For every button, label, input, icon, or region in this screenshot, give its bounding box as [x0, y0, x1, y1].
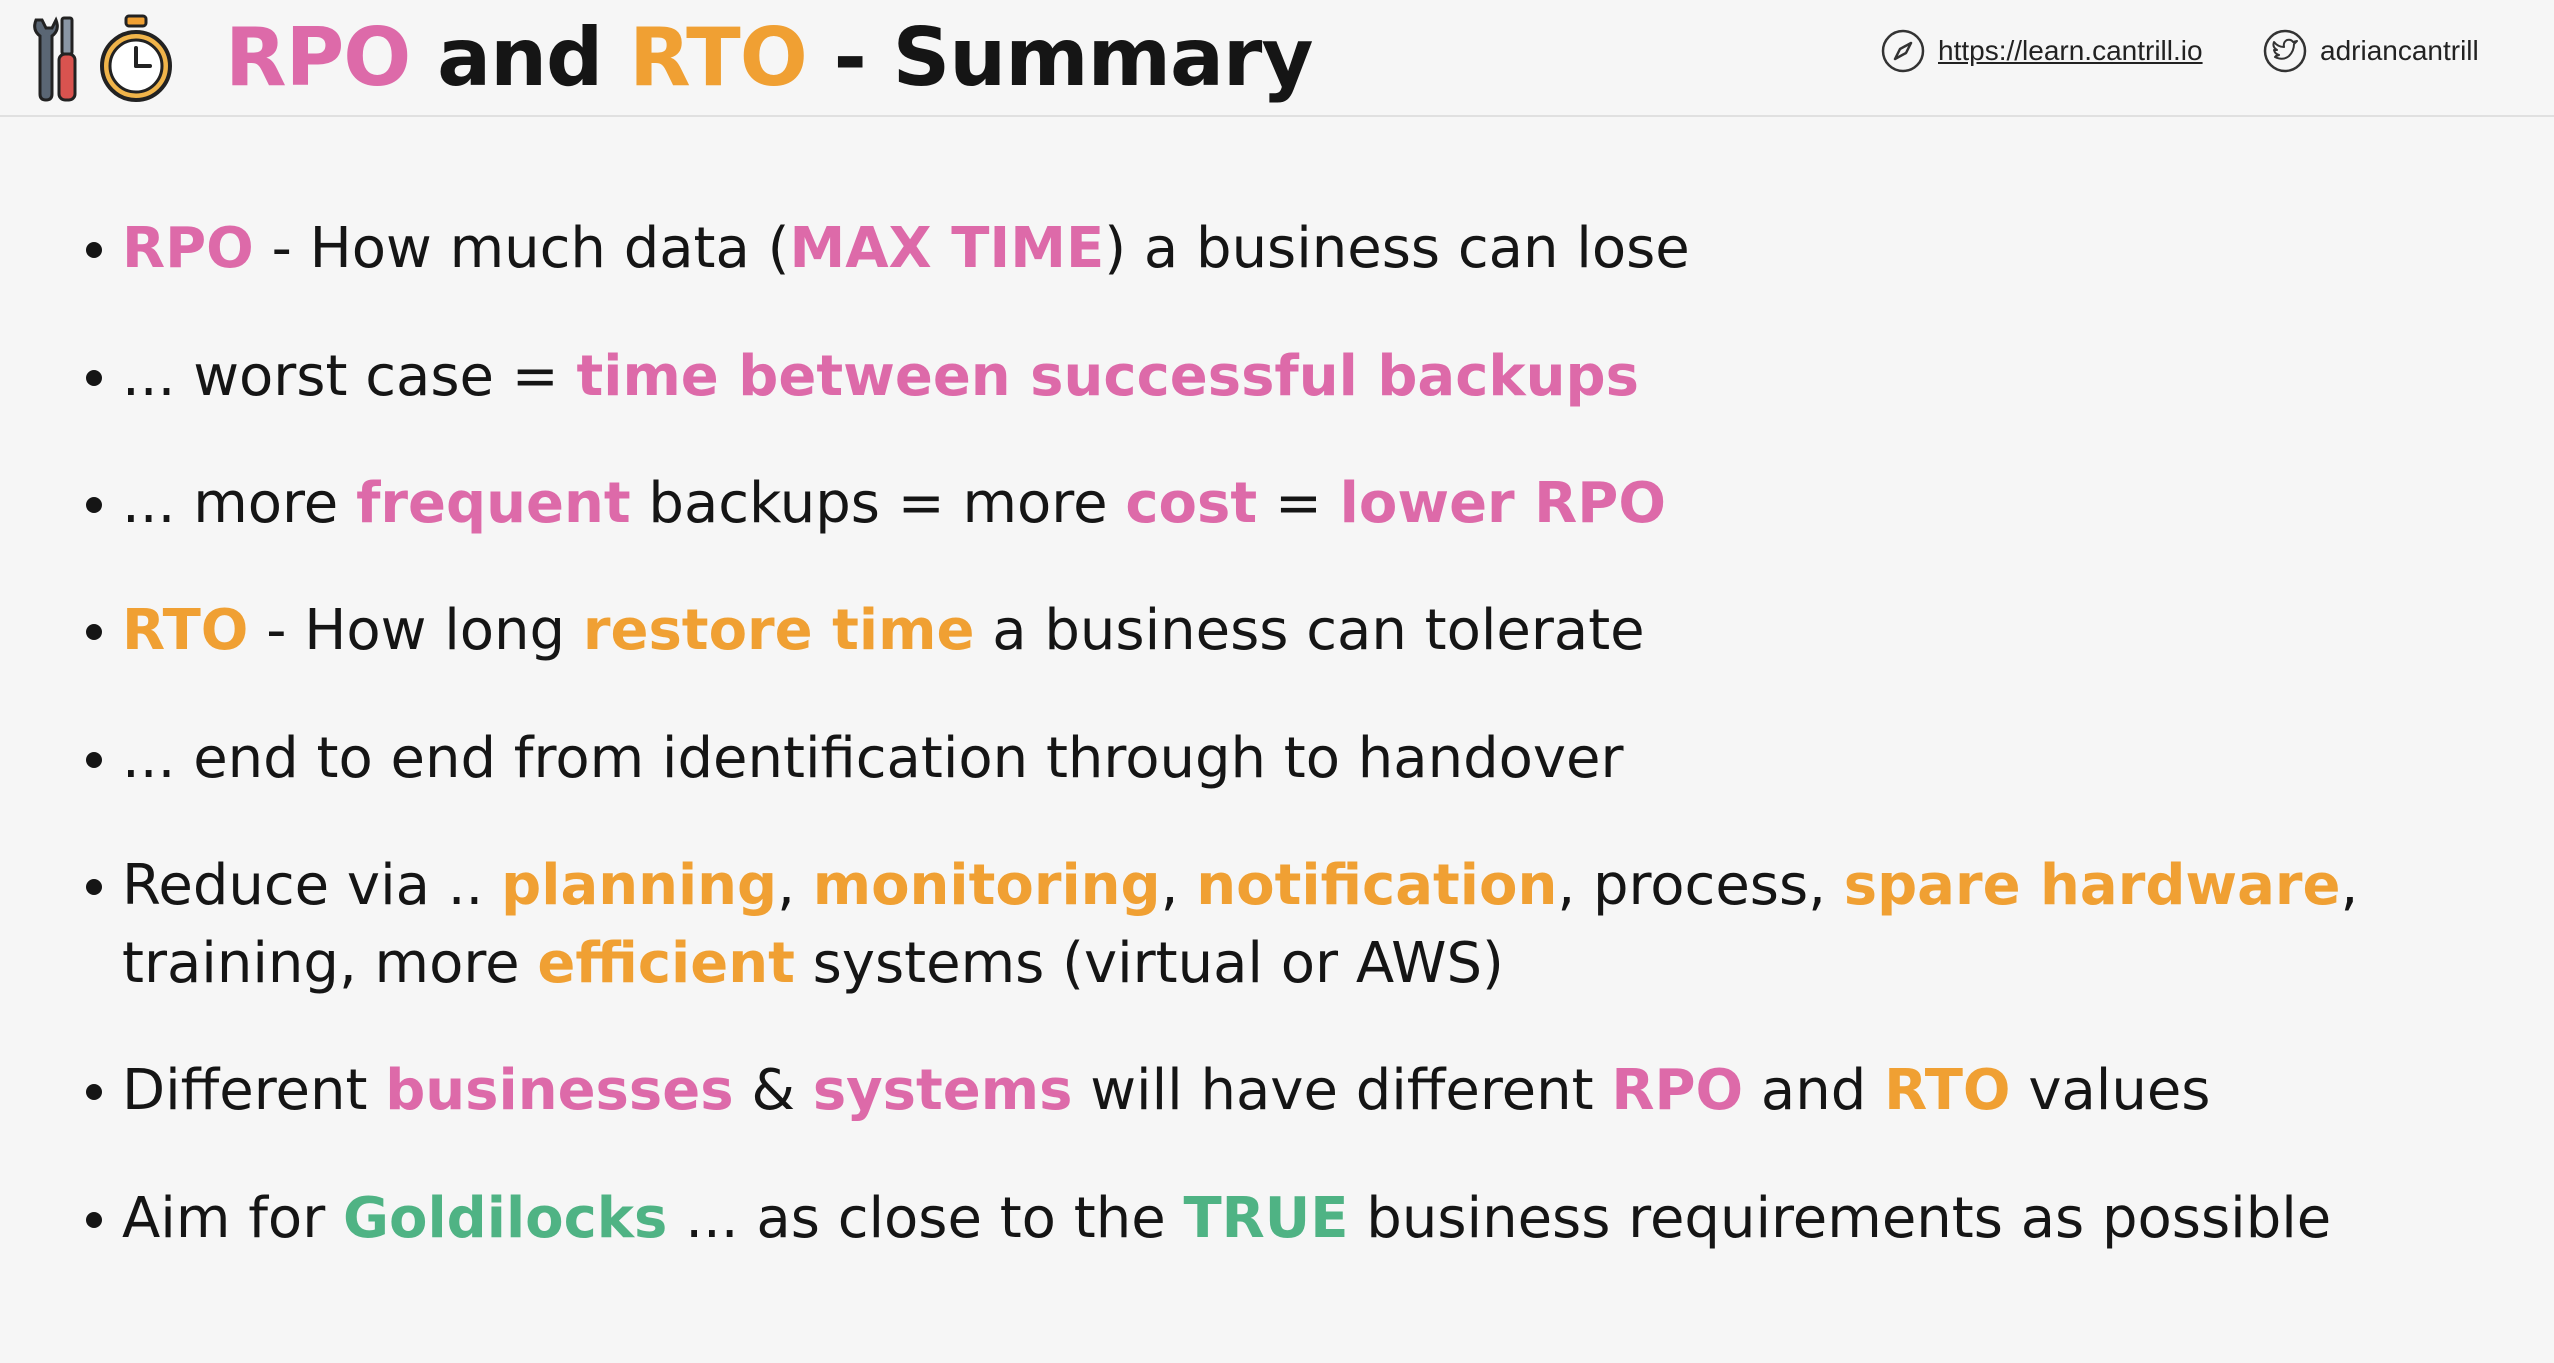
website-link[interactable]: https://learn.cantrill.io	[1880, 28, 2203, 74]
highlight-text: cost	[1125, 471, 1258, 536]
highlight-text: notification	[1196, 853, 1558, 918]
highlight-text: monitoring	[812, 853, 1161, 918]
bullet-text: ,	[1160, 853, 1197, 918]
twitter-handle[interactable]: adriancantrill	[2262, 28, 2479, 74]
bullet-item: Reduce via .. planning, monitoring, noti…	[82, 847, 2482, 1003]
page-title: RPO and RTO - Summary	[225, 8, 1314, 108]
highlight-text: RPO	[1611, 1058, 1744, 1123]
bullet-text: &	[733, 1058, 813, 1123]
bullet-text: ... end to end from identification throu…	[122, 726, 1624, 791]
bullet-dot	[86, 370, 102, 386]
logo-icons	[33, 14, 172, 102]
bullet-text: ) a business can lose	[1104, 216, 1690, 281]
bullet-text: and	[1743, 1058, 1885, 1123]
bullet-text: - How much data (	[253, 216, 790, 281]
bullet-item: Aim for Goldilocks ... as close to the T…	[82, 1180, 2482, 1258]
title-and: and	[410, 11, 630, 104]
bullet-item: ... worst case = time between successful…	[82, 338, 2482, 416]
bullet-dot	[86, 879, 102, 895]
bullet-text: ,	[777, 853, 813, 918]
stopwatch-icon	[100, 14, 172, 102]
bullet-text: , process,	[1557, 853, 1844, 918]
bullet-text: ... worst case =	[122, 344, 577, 409]
bullet-text: Aim for	[122, 1186, 344, 1251]
bullet-dot	[86, 624, 102, 640]
bullet-dot	[86, 497, 102, 513]
bullet-item: ... more frequent backups = more cost = …	[82, 465, 2482, 543]
bullet-dot	[86, 752, 102, 768]
website-url[interactable]: https://learn.cantrill.io	[1938, 35, 2203, 67]
highlight-text: time between successful backups	[576, 344, 1639, 409]
bullet-text: ... as close to the	[667, 1186, 1184, 1251]
twitter-icon	[2263, 29, 2307, 73]
bullet-text: will have different	[1072, 1058, 1612, 1123]
highlight-text: lower RPO	[1339, 471, 1666, 536]
highlight-text: spare hardware	[1843, 853, 2341, 918]
bullet-item: Different businesses & systems will have…	[82, 1052, 2482, 1130]
bullet-text: backups = more	[630, 471, 1126, 536]
highlight-text: businesses	[385, 1058, 734, 1123]
title-rest: - Summary	[806, 11, 1314, 104]
twitter-name[interactable]: adriancantrill	[2320, 35, 2479, 67]
highlight-text: restore time	[582, 598, 975, 663]
bullet-dot	[86, 1212, 102, 1228]
bullet-dot	[86, 242, 102, 258]
slide-header: RPO and RTO - Summary https://learn.cant…	[0, 0, 2554, 117]
highlight-text: RPO	[122, 216, 254, 281]
bullet-text: - How long	[248, 598, 583, 663]
highlight-text: systems	[812, 1058, 1073, 1123]
highlight-text: MAX TIME	[789, 216, 1105, 281]
bullet-item: RTO - How long restore time a business c…	[82, 592, 2482, 670]
highlight-text: RTO	[1884, 1058, 2011, 1123]
title-rto: RTO	[629, 11, 808, 104]
highlight-text: RTO	[122, 598, 249, 663]
highlight-text: Goldilocks	[343, 1186, 668, 1251]
highlight-text: planning	[501, 853, 778, 918]
bullet-text: business requirements as possible	[1348, 1186, 2332, 1251]
tools-icon	[33, 16, 77, 102]
bullet-text: Different	[122, 1058, 386, 1123]
bullet-text: systems (virtual or AWS)	[794, 931, 1504, 996]
bullet-text: ... more	[122, 471, 357, 536]
bullet-item: ... end to end from identification throu…	[82, 720, 2482, 798]
bullet-item: RPO - How much data (MAX TIME) a busines…	[82, 210, 2482, 288]
highlight-text: frequent	[356, 471, 631, 536]
highlight-text: efficient	[537, 931, 795, 996]
bullet-text: values	[2010, 1058, 2211, 1123]
bullet-text: a business can tolerate	[974, 598, 1645, 663]
bullet-text: =	[1257, 471, 1340, 536]
highlight-text: TRUE	[1183, 1186, 1349, 1251]
bullet-dot	[86, 1084, 102, 1100]
compass-icon	[1881, 29, 1925, 73]
title-rpo: RPO	[225, 11, 411, 104]
bullet-text: Reduce via ..	[122, 853, 502, 918]
